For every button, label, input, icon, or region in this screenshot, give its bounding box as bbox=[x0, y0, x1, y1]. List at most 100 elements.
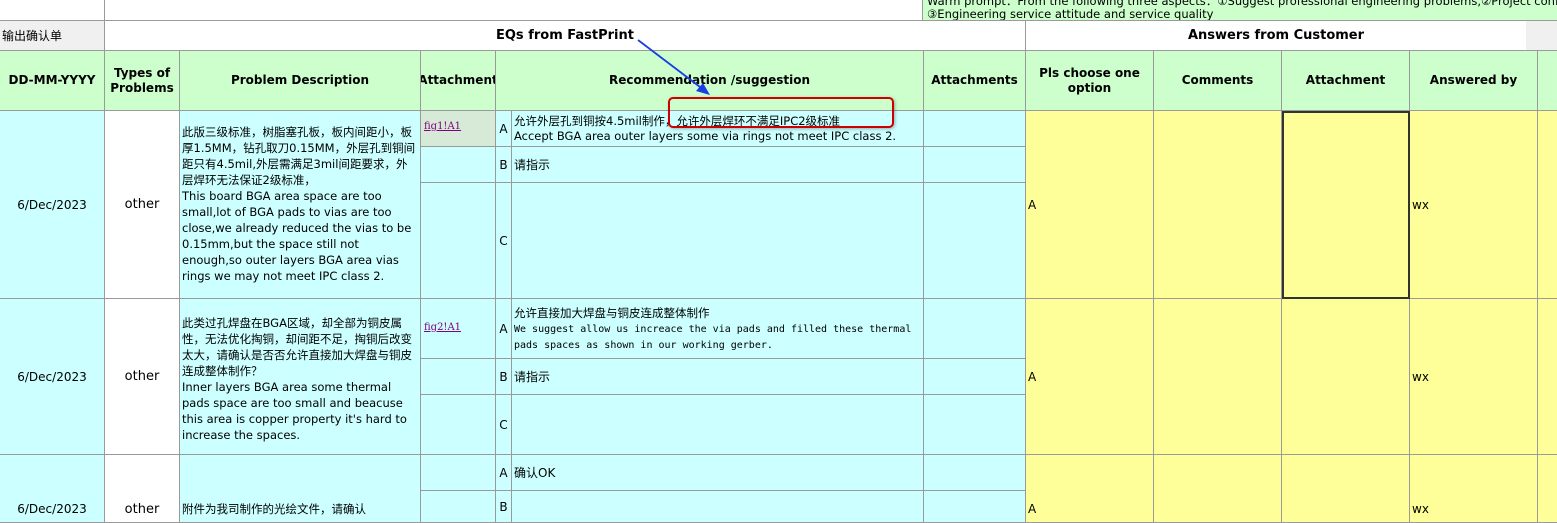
row3-answered-by: wx bbox=[1412, 502, 1429, 516]
row2-option-a-text-cell[interactable]: 允许直接加大焊盘与铜皮连成整体制作 We suggest allow us in… bbox=[512, 299, 924, 359]
row1-attachments-c[interactable] bbox=[924, 183, 1026, 299]
row2-choice: A bbox=[1028, 369, 1037, 384]
row3-option-a-letter-cell[interactable]: A bbox=[496, 455, 512, 491]
row1-date-cell[interactable]: 6/Dec/2023 bbox=[0, 111, 105, 299]
row2-option-b-letter-cell[interactable]: B bbox=[496, 359, 512, 395]
header-answered-by[interactable]: Answered by bbox=[1410, 51, 1538, 111]
row1-attachments-b[interactable] bbox=[924, 147, 1026, 183]
row3-answered-cell[interactable]: wx bbox=[1410, 455, 1538, 523]
answers-title-cell[interactable]: Answers from Customer bbox=[1026, 21, 1526, 51]
row2-answered-cell[interactable]: wx bbox=[1410, 299, 1538, 455]
row1-comments-cell[interactable] bbox=[1154, 111, 1282, 299]
row1-option-a-letter: A bbox=[499, 121, 508, 136]
row2-option-a-letter-cell[interactable]: A bbox=[496, 299, 512, 359]
row3-cust-attachment-cell[interactable] bbox=[1282, 455, 1410, 523]
row1-choice: A bbox=[1028, 197, 1037, 212]
row2-option-b-text-cell[interactable]: 请指示 bbox=[512, 359, 924, 395]
eqs-title: EQs from FastPrint bbox=[496, 28, 634, 43]
row1-choice-cell[interactable]: A bbox=[1026, 111, 1154, 299]
row1-attachment-cell-c[interactable] bbox=[421, 183, 496, 299]
row2-problem-en: Inner layers BGA area some thermal pads … bbox=[182, 380, 407, 442]
row2-attachment-cell[interactable]: fig2!A1 bbox=[421, 299, 496, 359]
row2-problem-cell[interactable]: 此类过孔焊盘在BGA区域，却全部为铜皮属性，无法优化掏铜，却间距不足，掏铜后改变… bbox=[180, 299, 421, 455]
row3-option-a-letter: A bbox=[499, 465, 508, 480]
row1-answered-cell[interactable]: wx bbox=[1410, 111, 1538, 299]
row3-option-b-text-cell[interactable] bbox=[512, 491, 924, 523]
row3-date: 6/Dec/2023 bbox=[17, 502, 87, 516]
row1-attachment-link[interactable]: fig1!A1 bbox=[421, 111, 495, 132]
sheet-label-cell[interactable]: 输出确认单 bbox=[0, 21, 105, 51]
row1-option-c-letter: C bbox=[499, 233, 508, 248]
row1-date: 6/Dec/2023 bbox=[17, 197, 87, 212]
row2-extra-cell[interactable] bbox=[1538, 299, 1557, 455]
row3-attachments-b[interactable] bbox=[924, 491, 1026, 523]
row1-option-a-letter-cell[interactable]: A bbox=[496, 111, 512, 147]
header-attachment-label: Attachment bbox=[421, 73, 496, 87]
header-cust-attachment[interactable]: Attachment bbox=[1282, 51, 1410, 111]
row1-attachment-cell[interactable]: fig1!A1 bbox=[421, 111, 496, 147]
row2-attachments-b[interactable] bbox=[924, 359, 1026, 395]
header-choose[interactable]: Pls choose one option bbox=[1026, 51, 1154, 111]
row3-problem-cn: 附件为我司制作的光绘文件，请确认 bbox=[182, 502, 366, 516]
row2-date-cell[interactable]: 6/Dec/2023 bbox=[0, 299, 105, 455]
row2-option-a-letter: A bbox=[499, 321, 508, 336]
answers-title: Answers from Customer bbox=[1187, 28, 1365, 43]
row1-option-a-en: Accept BGA area outer layers some via ri… bbox=[514, 129, 897, 143]
row3-choice-cell[interactable]: A bbox=[1026, 455, 1154, 523]
warm-prompt-cell[interactable]: Warm prompt：From the following three asp… bbox=[923, 0, 1557, 21]
row3-attachments-a[interactable] bbox=[924, 455, 1026, 491]
header-comments[interactable]: Comments bbox=[1154, 51, 1282, 111]
row2-answered-by: wx bbox=[1412, 369, 1429, 384]
row2-attachment-cell-b[interactable] bbox=[421, 359, 496, 395]
row1-attachment-cell-b[interactable] bbox=[421, 147, 496, 183]
row1-option-c-letter-cell[interactable]: C bbox=[496, 183, 512, 299]
row1-option-b-cn: 请指示 bbox=[514, 158, 551, 172]
row2-attachments-c[interactable] bbox=[924, 395, 1026, 455]
row1-answered-by: wx bbox=[1412, 197, 1429, 212]
row3-option-b-letter: B bbox=[499, 499, 508, 514]
row3-option-a-cn: 确认OK bbox=[514, 466, 556, 480]
header-extra[interactable] bbox=[1538, 51, 1557, 111]
header-date[interactable]: DD-MM-YYYY bbox=[0, 51, 105, 111]
row3-type-cell[interactable]: other bbox=[105, 455, 180, 523]
row1-type-cell[interactable]: other bbox=[105, 111, 180, 299]
row2-choice-cell[interactable]: A bbox=[1026, 299, 1154, 455]
row2-cust-attachment-cell[interactable] bbox=[1282, 299, 1410, 455]
row3-attachment-cell[interactable] bbox=[421, 455, 496, 491]
row3-comments-cell[interactable] bbox=[1154, 455, 1282, 523]
row1-option-b-letter-cell[interactable]: B bbox=[496, 147, 512, 183]
row1-problem-cell[interactable]: 此版三级标准，树脂塞孔板，板内间距小，板厚1.5MM，钻孔取刀0.15MM，外层… bbox=[180, 111, 421, 299]
eqs-title-cell[interactable]: EQs from FastPrint bbox=[105, 21, 1026, 51]
row3-date-cell[interactable]: 6/Dec/2023 bbox=[0, 455, 105, 523]
header-attachment[interactable]: Attachment bbox=[421, 51, 496, 111]
row3-attachment-cell-b[interactable] bbox=[421, 491, 496, 523]
row2-attachments-a[interactable] bbox=[924, 299, 1026, 359]
header-types[interactable]: Types of Problems bbox=[105, 51, 180, 111]
top-left-cell[interactable] bbox=[0, 0, 105, 21]
warm-prompt-line2: ③Engineering service attitude and servic… bbox=[927, 7, 1214, 21]
row2-type: other bbox=[124, 369, 160, 384]
row1-option-b-letter: B bbox=[499, 157, 508, 172]
sheet-label: 输出确认单 bbox=[2, 29, 63, 43]
row2-option-a-en: We suggest allow us increace the via pad… bbox=[514, 324, 912, 351]
row1-cust-attachment-cell[interactable] bbox=[1282, 111, 1410, 299]
row1-extra-cell[interactable] bbox=[1538, 111, 1557, 299]
row2-option-c-text-cell[interactable] bbox=[512, 395, 924, 455]
row1-attachments-a[interactable] bbox=[924, 111, 1026, 147]
row1-option-c-text-cell[interactable] bbox=[512, 183, 924, 299]
row2-option-c-letter-cell[interactable]: C bbox=[496, 395, 512, 455]
header-attachments[interactable]: Attachments bbox=[924, 51, 1026, 111]
row3-extra-cell[interactable] bbox=[1538, 455, 1557, 523]
row2-option-b-cn: 请指示 bbox=[514, 370, 551, 384]
row3-problem-cell[interactable]: 附件为我司制作的光绘文件，请确认 bbox=[180, 455, 421, 523]
row3-option-a-text-cell[interactable]: 确认OK bbox=[512, 455, 924, 491]
header-problem[interactable]: Problem Description bbox=[180, 51, 421, 111]
row1-option-b-text-cell[interactable]: 请指示 bbox=[512, 147, 924, 183]
top-blank-cell[interactable] bbox=[105, 0, 923, 21]
row2-type-cell[interactable]: other bbox=[105, 299, 180, 455]
row2-option-c-letter: C bbox=[499, 417, 508, 432]
row2-attachment-link[interactable]: fig2!A1 bbox=[421, 299, 495, 333]
row3-option-b-letter-cell[interactable]: B bbox=[496, 491, 512, 523]
row2-attachment-cell-c[interactable] bbox=[421, 395, 496, 455]
row2-comments-cell[interactable] bbox=[1154, 299, 1282, 455]
